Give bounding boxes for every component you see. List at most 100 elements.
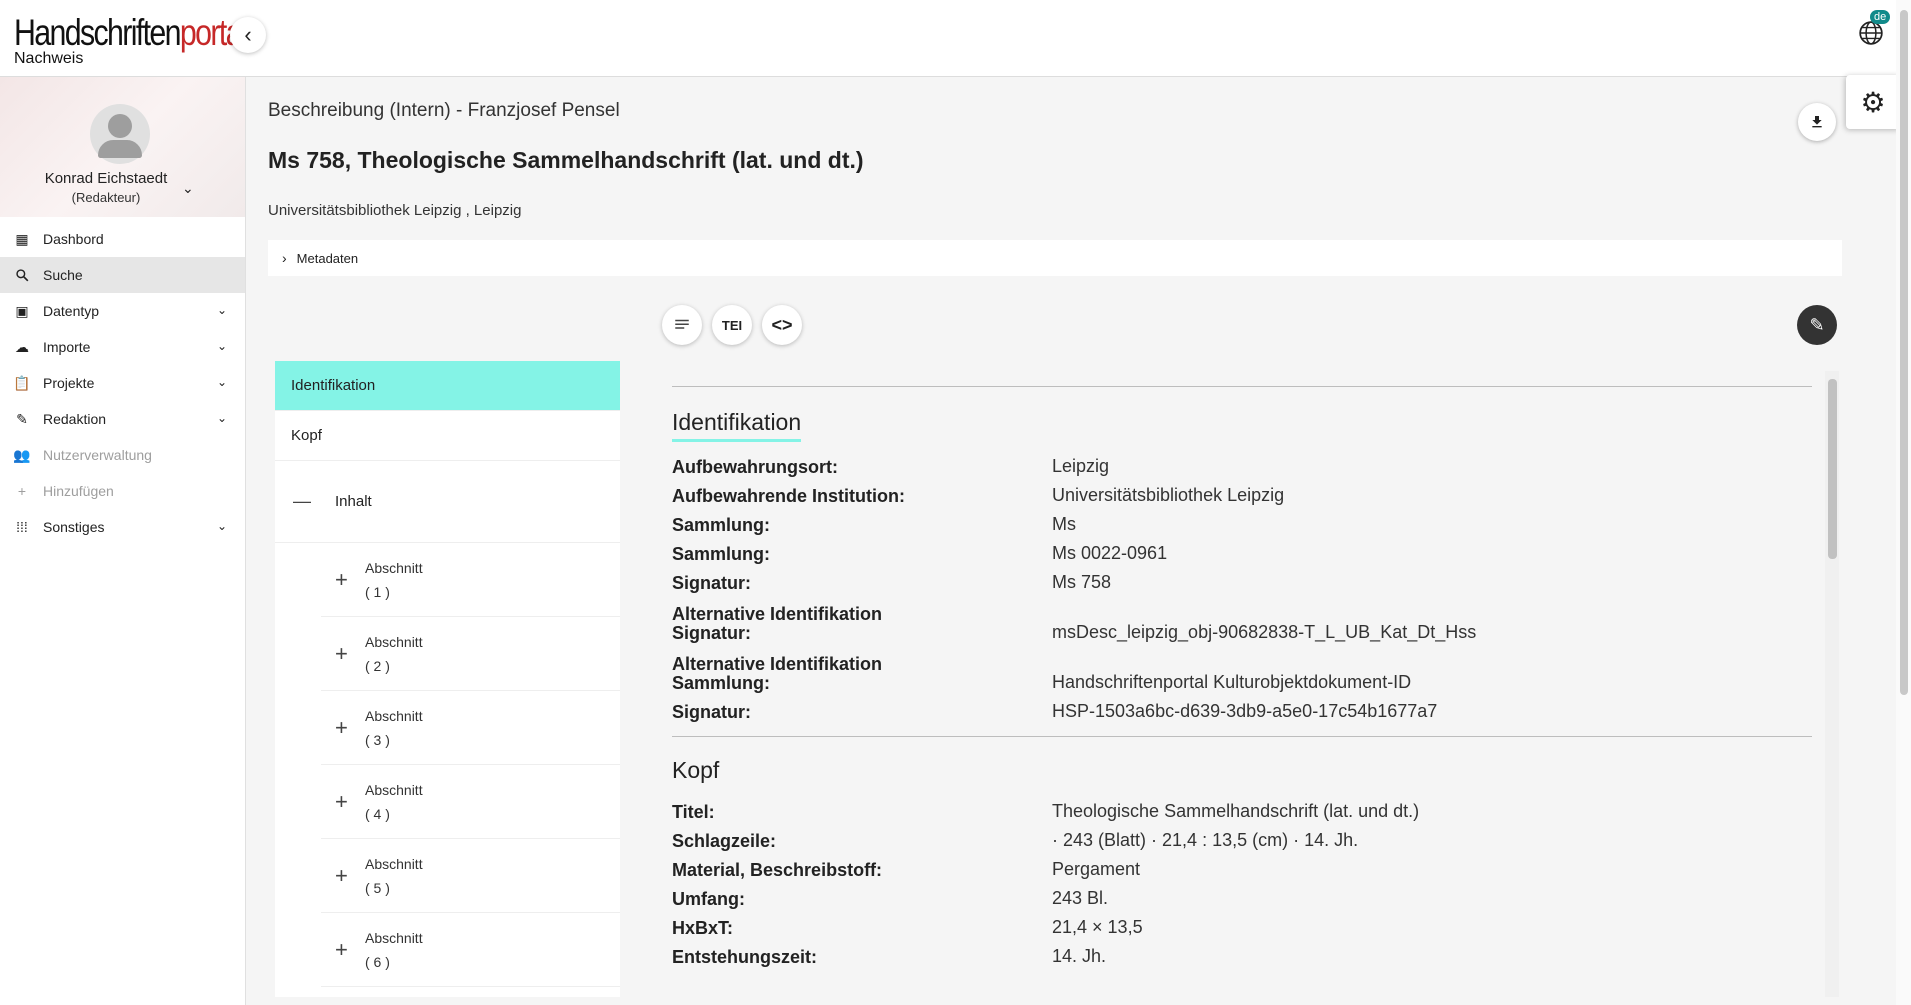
- sidebar-item-label: Dashbord: [43, 231, 104, 247]
- field-row: Signatur: Ms 758: [672, 572, 1112, 593]
- toc-sub-item[interactable]: + Abschnitt( 3 ): [321, 691, 620, 765]
- sidebar-item-hinzufuegen[interactable]: + Hinzufügen: [0, 473, 245, 509]
- plus-icon: +: [335, 640, 348, 666]
- toc-sub-label: Abschnitt( 3 ): [365, 707, 423, 748]
- field-row: Material, Beschreibstoff: Pergament: [672, 859, 1141, 880]
- field-row: Titel: Theologische Sammelhandschrift (la…: [672, 801, 1420, 822]
- section-title-kopf: Kopf: [672, 757, 720, 783]
- page-scrollbar[interactable]: [1896, 0, 1911, 1005]
- top-bar: Handschriftenportal Nachweis ‹ de: [0, 0, 1911, 77]
- description-content: Identifikation Aufbewahrungsort: Leipzig …: [672, 373, 1812, 997]
- download-icon: [1812, 116, 1822, 128]
- text-view-button[interactable]: [662, 305, 702, 345]
- plus-icon: +: [335, 936, 348, 962]
- chevron-left-icon: ‹: [244, 22, 252, 47]
- clipboard-icon: 📋: [13, 374, 31, 391]
- metadata-expander[interactable]: › Metadaten: [268, 240, 1842, 276]
- field-row: HxBxT: 21,4 × 13,5: [672, 917, 1143, 938]
- sidebar-item-datentyp[interactable]: ▣ Datentyp ⌄: [0, 293, 245, 329]
- pencil-icon: ✎: [16, 410, 28, 427]
- sidebar-item-nutzerverwaltung[interactable]: 👥 Nutzerverwaltung: [0, 437, 245, 473]
- field-row: Signatur: HSP-1503a6bc-d639-3db9-a5e0-17c…: [672, 701, 1438, 722]
- table-of-contents: Identifikation Kopf — Inhalt + Abschnitt…: [275, 361, 620, 997]
- field-row: Entstehungszeit: 14. Jh.: [672, 946, 1107, 967]
- sidebar-item-suche[interactable]: Suche: [0, 257, 245, 293]
- download-button[interactable]: [1798, 103, 1836, 141]
- field-row: Alternative Identifikation Signatur: msDes…: [672, 604, 1477, 643]
- toc-item-label: Inhalt: [335, 493, 372, 510]
- chevron-down-icon: ⌄: [216, 339, 227, 353]
- datatype-icon: ▣: [15, 302, 29, 319]
- chevron-down-icon: ⌄: [216, 303, 227, 317]
- chevron-down-icon[interactable]: ⌄: [182, 180, 194, 197]
- plus-icon: +: [17, 483, 27, 499]
- sidebar-item-redaktion[interactable]: ✎ Redaktion ⌄: [0, 401, 245, 437]
- settings-button[interactable]: ⚙: [1846, 75, 1900, 129]
- plus-icon: +: [335, 788, 348, 814]
- breadcrumb: Beschreibung (Intern) - Franzjosef Pense…: [268, 100, 620, 121]
- title-text: , Theologische Sammelhandschrift (lat. u…: [344, 147, 864, 173]
- toc-sub-label: Abschnitt( 4 ): [365, 781, 423, 822]
- sidebar-item-projekte[interactable]: 📋 Projekte ⌄: [0, 365, 245, 401]
- scrollbar-thumb[interactable]: [1900, 10, 1908, 695]
- edit-button[interactable]: ✎: [1797, 305, 1837, 345]
- toc-sub-item[interactable]: + Abschnitt( 4 ): [321, 765, 620, 839]
- toc-item-kopf[interactable]: Kopf: [275, 411, 620, 461]
- toc-item-identifikation[interactable]: Identifikation: [275, 361, 620, 411]
- code-view-button[interactable]: <>: [762, 305, 802, 345]
- divider: [672, 736, 1812, 737]
- page-title: Ms 758, Theologische Sammelhandschrift (…: [268, 147, 864, 174]
- tei-button[interactable]: TEI: [712, 305, 752, 345]
- plus-icon: +: [335, 862, 348, 888]
- toc-item-inhalt[interactable]: — Inhalt: [275, 461, 620, 543]
- field-row: Umfang: 243 Bl.: [672, 888, 1109, 909]
- content-scrollbar[interactable]: [1825, 371, 1839, 997]
- pencil-icon: ✎: [1809, 314, 1825, 335]
- sidebar-item-dashbord[interactable]: ▦ Dashbord: [0, 221, 245, 257]
- plus-icon: +: [335, 566, 348, 592]
- divider: [672, 386, 1812, 387]
- chevron-down-icon: ⌄: [216, 519, 227, 533]
- user-profile[interactable]: Konrad Eichstaedt (Redakteur) ⌄: [0, 77, 245, 217]
- code-icon: <>: [771, 314, 793, 335]
- field-row: Sammlung: Ms 0022-0961: [672, 543, 1168, 564]
- institution-subtitle: Universitätsbibliothek Leipzig , Leipzig: [268, 202, 522, 219]
- toc-sub-item[interactable]: + Abschnitt( 2 ): [321, 617, 620, 691]
- toc-sub-item[interactable]: + Abschnitt( 1 ): [321, 543, 620, 617]
- sidebar-item-label: Nutzerverwaltung: [43, 447, 152, 463]
- gear-icon: ⚙: [1860, 86, 1886, 118]
- field-row: Schlagzeile: · 243 (Blatt) · 21,4 : 13,5 …: [672, 830, 1359, 851]
- kopf-fields: Titel: Theologische Sammelhandschrift (la…: [672, 793, 1812, 967]
- sidebar-item-label: Suche: [43, 267, 83, 283]
- section-title-identifikation: Identifikation: [672, 409, 802, 442]
- sidebar-item-sonstiges[interactable]: ⁞⁞⁞ Sonstiges ⌄: [0, 509, 245, 545]
- chevron-right-icon: ›: [282, 250, 287, 266]
- view-toolbar: TEI <>: [662, 305, 802, 345]
- sidebar-item-label: Redaktion: [43, 411, 107, 427]
- sidebar-item-label: Importe: [43, 339, 91, 355]
- search-icon: [14, 267, 30, 283]
- toc-sub-item[interactable]: + Abschnitt( 5 ): [321, 839, 620, 913]
- identifikation-fields: Aufbewahrungsort: Leipzig Aufbewahrende I…: [672, 448, 1812, 722]
- sidebar-item-importe[interactable]: ☁ Importe ⌄: [0, 329, 245, 365]
- toc-sub-label: Abschnitt( 5 ): [365, 855, 423, 896]
- sidebar-item-label: Hinzufügen: [43, 483, 114, 499]
- toc-sub-label: Abschnitt( 1 ): [365, 559, 423, 600]
- field-row: Sammlung: Ms: [672, 514, 1076, 535]
- chevron-down-icon: ⌄: [216, 375, 227, 389]
- sidebar-item-label: Sonstiges: [43, 519, 105, 535]
- description-viewer: TEI <> ✎ Identifikation Kopf — Inhalt + …: [270, 293, 1850, 997]
- toc-sub-item[interactable]: + Abschnitt( 6 ): [321, 913, 620, 987]
- scrollbar-thumb[interactable]: [1828, 379, 1837, 559]
- user-name: Konrad Eichstaedt: [44, 170, 168, 187]
- metadata-label: Metadaten: [296, 250, 359, 266]
- cloud-icon: ☁: [15, 338, 29, 355]
- minus-icon: —: [293, 491, 311, 511]
- sidebar: Konrad Eichstaedt (Redakteur) ⌄ ▦ Dashbo…: [0, 77, 246, 1005]
- field-row: Aufbewahrende Institution: Universitätsbi…: [672, 485, 1285, 506]
- dashboard-icon: ▦: [15, 230, 29, 247]
- collapse-sidebar-button[interactable]: ‹: [230, 17, 266, 53]
- toc-sub-label: Abschnitt( 2 ): [365, 633, 423, 674]
- sidebar-nav: ▦ Dashbord Suche ▣ Datentyp ⌄ ☁ Importe …: [0, 221, 245, 545]
- sidebar-item-label: Datentyp: [43, 303, 100, 319]
